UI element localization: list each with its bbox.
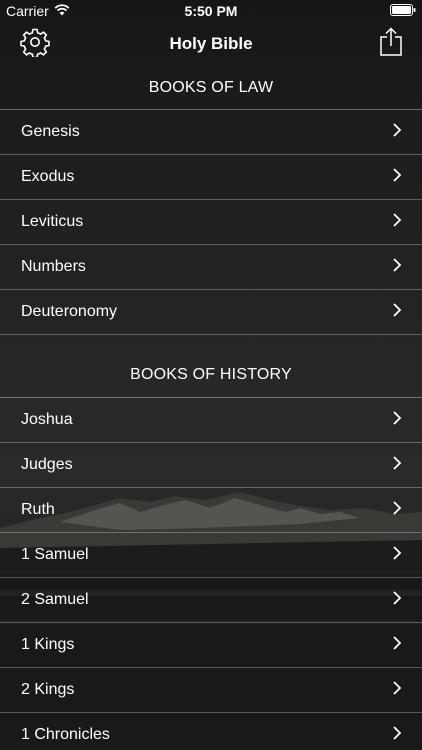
book-row-numbers[interactable]: Numbers [0, 245, 422, 290]
status-bar: Carrier 5:50 PM [0, 0, 422, 22]
book-label: Genesis [21, 123, 80, 140]
book-label: 1 Samuel [21, 546, 89, 563]
carrier-label: Carrier [6, 3, 49, 19]
chevron-right-icon [392, 545, 402, 566]
chevron-right-icon [392, 725, 402, 746]
book-label: 1 Chronicles [21, 726, 110, 743]
book-row-ruth[interactable]: Ruth [0, 488, 422, 533]
chevron-right-icon [392, 680, 402, 701]
chevron-right-icon [392, 500, 402, 521]
section-header: BOOKS OF LAW [0, 66, 422, 110]
settings-button[interactable] [18, 27, 52, 61]
share-icon [379, 26, 403, 62]
book-row-1-samuel[interactable]: 1 Samuel [0, 533, 422, 578]
section-books-of-law: BOOKS OF LAW Genesis Exodus Leviticus Nu… [0, 66, 422, 335]
page-title: Holy Bible [169, 34, 253, 53]
chevron-right-icon [392, 455, 402, 476]
chevron-right-icon [392, 212, 402, 233]
chevron-right-icon [392, 257, 402, 278]
chevron-right-icon [392, 167, 402, 188]
battery-icon [390, 3, 416, 19]
chevron-right-icon [392, 590, 402, 611]
gear-icon [20, 27, 50, 62]
book-row-1-chronicles[interactable]: 1 Chronicles [0, 713, 422, 750]
book-row-2-kings[interactable]: 2 Kings [0, 668, 422, 713]
book-label: 2 Samuel [21, 591, 89, 608]
book-label: Judges [21, 456, 73, 473]
book-row-2-samuel[interactable]: 2 Samuel [0, 578, 422, 623]
chevron-right-icon [392, 122, 402, 143]
wifi-icon [54, 3, 70, 19]
share-button[interactable] [374, 26, 408, 62]
book-row-deuteronomy[interactable]: Deuteronomy [0, 290, 422, 335]
chevron-right-icon [392, 302, 402, 323]
book-label: 1 Kings [21, 636, 75, 653]
book-row-leviticus[interactable]: Leviticus [0, 200, 422, 245]
book-row-judges[interactable]: Judges [0, 443, 422, 488]
book-row-genesis[interactable]: Genesis [0, 110, 422, 155]
book-label: Joshua [21, 411, 73, 428]
section-books-of-history: BOOKS OF HISTORY Joshua Judges Ruth 1 Sa… [0, 353, 422, 750]
book-row-1-kings[interactable]: 1 Kings [0, 623, 422, 668]
book-label: Leviticus [21, 213, 84, 230]
status-right [390, 3, 416, 19]
section-header: BOOKS OF HISTORY [0, 353, 422, 398]
book-row-joshua[interactable]: Joshua [0, 398, 422, 443]
chevron-right-icon [392, 410, 402, 431]
book-label: Deuteronomy [21, 303, 118, 320]
book-label: 2 Kings [21, 681, 75, 698]
navigation-bar: Holy Bible [0, 22, 422, 66]
book-label: Exodus [21, 168, 75, 185]
book-label: Ruth [21, 501, 55, 518]
chevron-right-icon [392, 635, 402, 656]
book-label: Numbers [21, 258, 86, 275]
book-row-exodus[interactable]: Exodus [0, 155, 422, 200]
status-left: Carrier [6, 3, 70, 19]
